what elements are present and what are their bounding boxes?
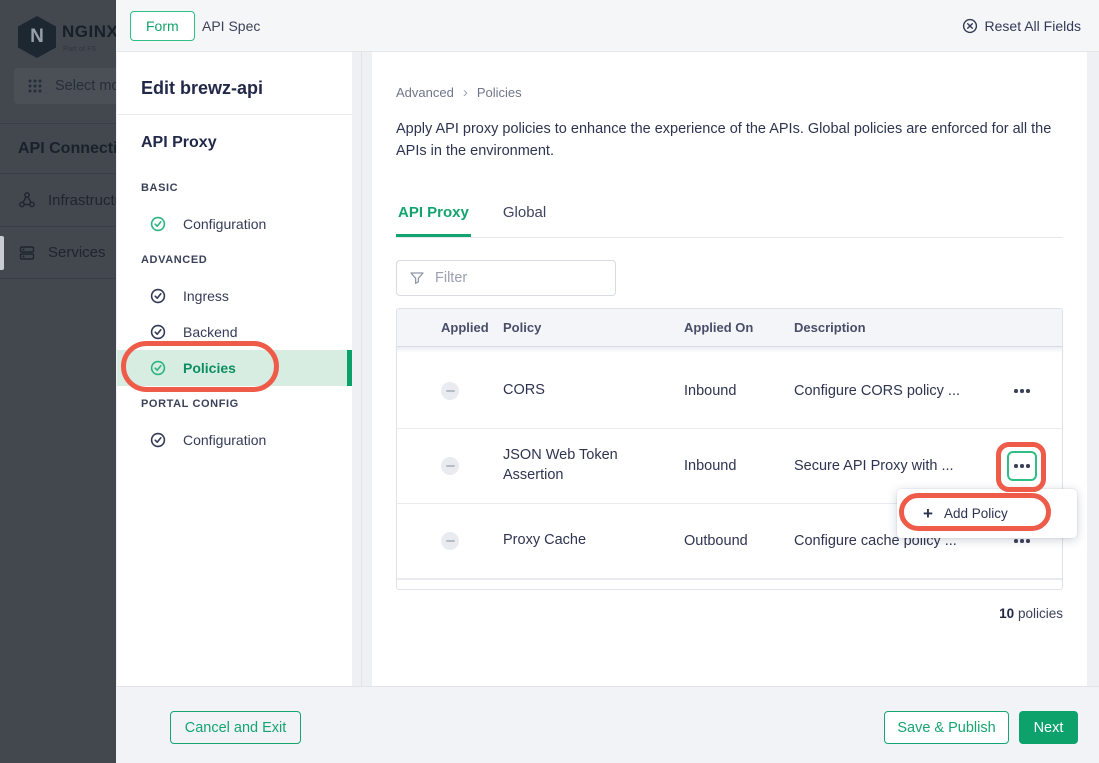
- check-circle-icon: [150, 360, 166, 376]
- nav-item-label: Policies: [183, 360, 236, 376]
- sidebar-item-services[interactable]: Services: [0, 226, 116, 279]
- plus-icon: +: [923, 505, 933, 522]
- policies-description: Apply API proxy policies to enhance the …: [396, 118, 1063, 163]
- reset-all-fields-label: Reset All Fields: [985, 18, 1081, 34]
- sidebar-active-indicator: [0, 236, 4, 270]
- scrolled-row-sliver: [397, 579, 1062, 589]
- sidebar-item-label: Infrastructure: [48, 192, 116, 209]
- filter-funnel-icon: [409, 270, 425, 286]
- policies-count: 10 policies: [999, 606, 1063, 621]
- app-sidebar: N NGINX Part of F5 Select module API Con…: [0, 0, 116, 763]
- filter-input[interactable]: [435, 261, 610, 295]
- policies-count-label: policies: [1018, 606, 1063, 621]
- check-circle-icon: [150, 324, 166, 340]
- wizard-section-title: API Proxy: [141, 134, 217, 152]
- wizard-title: Edit brewz-api: [141, 78, 263, 99]
- tab-global[interactable]: Global: [501, 198, 548, 237]
- nav-group-basic: BASIC: [141, 182, 178, 194]
- nginx-logo-icon: N: [18, 16, 56, 58]
- policy-name: CORS: [503, 381, 684, 401]
- app-root: N NGINX Part of F5 Select module API Con…: [0, 0, 1099, 763]
- wizard-nav-panel: Edit brewz-api API Proxy BASIC Configura…: [117, 52, 352, 686]
- row-actions-menu-button[interactable]: [1010, 383, 1034, 399]
- sidebar-item-label: Services: [48, 244, 106, 261]
- save-and-publish-button[interactable]: Save & Publish: [884, 711, 1009, 744]
- applied-on: Outbound: [684, 533, 794, 549]
- applied-toggle[interactable]: [441, 382, 459, 400]
- nginx-logo-letter: N: [30, 26, 44, 48]
- brand-name: NGINX: [62, 22, 116, 42]
- breadcrumb-current: Policies: [477, 85, 522, 100]
- applied-toggle[interactable]: [441, 457, 459, 475]
- policy-description: Configure CORS policy ...: [794, 383, 982, 399]
- policies-count-number: 10: [999, 606, 1014, 621]
- applied-on: Inbound: [684, 458, 794, 474]
- menu-item-label: Add Policy: [944, 506, 1008, 521]
- check-circle-icon: [150, 216, 166, 232]
- nav-item-ingress[interactable]: Ingress: [117, 278, 352, 314]
- module-select[interactable]: Select module: [14, 68, 116, 104]
- services-icon: [18, 244, 36, 262]
- sidebar-module-title: API Connectivity Manager: [0, 123, 116, 173]
- nav-item-policies[interactable]: Policies: [117, 350, 352, 386]
- applied-toggle[interactable]: [441, 532, 459, 550]
- next-button[interactable]: Next: [1019, 711, 1078, 744]
- scrolled-row-sliver: [397, 347, 1062, 354]
- policy-description: Secure API Proxy with ...: [794, 458, 982, 474]
- applied-on: Inbound: [684, 383, 794, 399]
- circle-x-icon: [962, 18, 978, 34]
- column-divider: [361, 0, 362, 763]
- wizard-topbar: Form API Spec Reset All Fields: [116, 0, 1099, 52]
- divider: [117, 114, 352, 115]
- policy-scope-tabs: API Proxy Global: [396, 198, 1063, 238]
- nav-item-backend[interactable]: Backend: [117, 314, 352, 350]
- wizard-footer: Cancel and Exit Save & Publish Next: [116, 686, 1099, 763]
- check-circle-icon: [150, 288, 166, 304]
- policy-name: JSON Web Token Assertion: [503, 446, 684, 485]
- grid-icon: [27, 78, 43, 94]
- col-header-description: Description: [794, 320, 982, 335]
- filter-field: [396, 260, 616, 296]
- nav-item-configuration-portal[interactable]: Configuration: [117, 422, 352, 458]
- menu-item-add-policy[interactable]: + Add Policy: [897, 489, 1077, 538]
- infrastructure-icon: [18, 191, 36, 209]
- module-select-label: Select module: [55, 78, 116, 94]
- col-header-applied: Applied: [397, 320, 503, 335]
- tab-api-spec[interactable]: API Spec: [202, 0, 260, 52]
- tab-form[interactable]: Form: [130, 11, 195, 41]
- table-header-row: Applied Policy Applied On Description: [397, 309, 1062, 347]
- sidebar-item-infrastructure[interactable]: Infrastructure: [0, 173, 116, 226]
- col-header-policy: Policy: [503, 320, 684, 335]
- reset-all-fields-button[interactable]: Reset All Fields: [962, 0, 1081, 52]
- row-actions-menu-button-active[interactable]: [1007, 451, 1037, 481]
- table-row-cors: CORS Inbound Configure CORS policy ...: [397, 354, 1062, 429]
- policies-table: Applied Policy Applied On Description CO…: [396, 308, 1063, 590]
- nav-item-label: Backend: [183, 324, 237, 340]
- brand-tagline: Part of F5: [63, 44, 96, 53]
- breadcrumb: Advanced › Policies: [396, 85, 522, 100]
- nav-item-configuration-basic[interactable]: Configuration: [117, 206, 352, 242]
- nav-group-advanced: ADVANCED: [141, 254, 207, 266]
- col-header-applied-on: Applied On: [684, 320, 794, 335]
- chevron-right-icon: ›: [463, 85, 468, 100]
- nav-item-label: Ingress: [183, 288, 229, 304]
- nav-item-label: Configuration: [183, 432, 266, 448]
- cancel-and-exit-button[interactable]: Cancel and Exit: [170, 711, 301, 744]
- check-circle-icon: [150, 432, 166, 448]
- nav-item-label: Configuration: [183, 216, 266, 232]
- row-actions-dropdown: + Add Policy: [897, 489, 1077, 538]
- tab-api-proxy[interactable]: API Proxy: [396, 198, 471, 237]
- policy-name: Proxy Cache: [503, 531, 684, 551]
- policies-content-panel: Advanced › Policies Apply API proxy poli…: [372, 52, 1087, 686]
- breadcrumb-parent[interactable]: Advanced: [396, 85, 454, 100]
- nav-group-portal-config: PORTAL CONFIG: [141, 398, 239, 410]
